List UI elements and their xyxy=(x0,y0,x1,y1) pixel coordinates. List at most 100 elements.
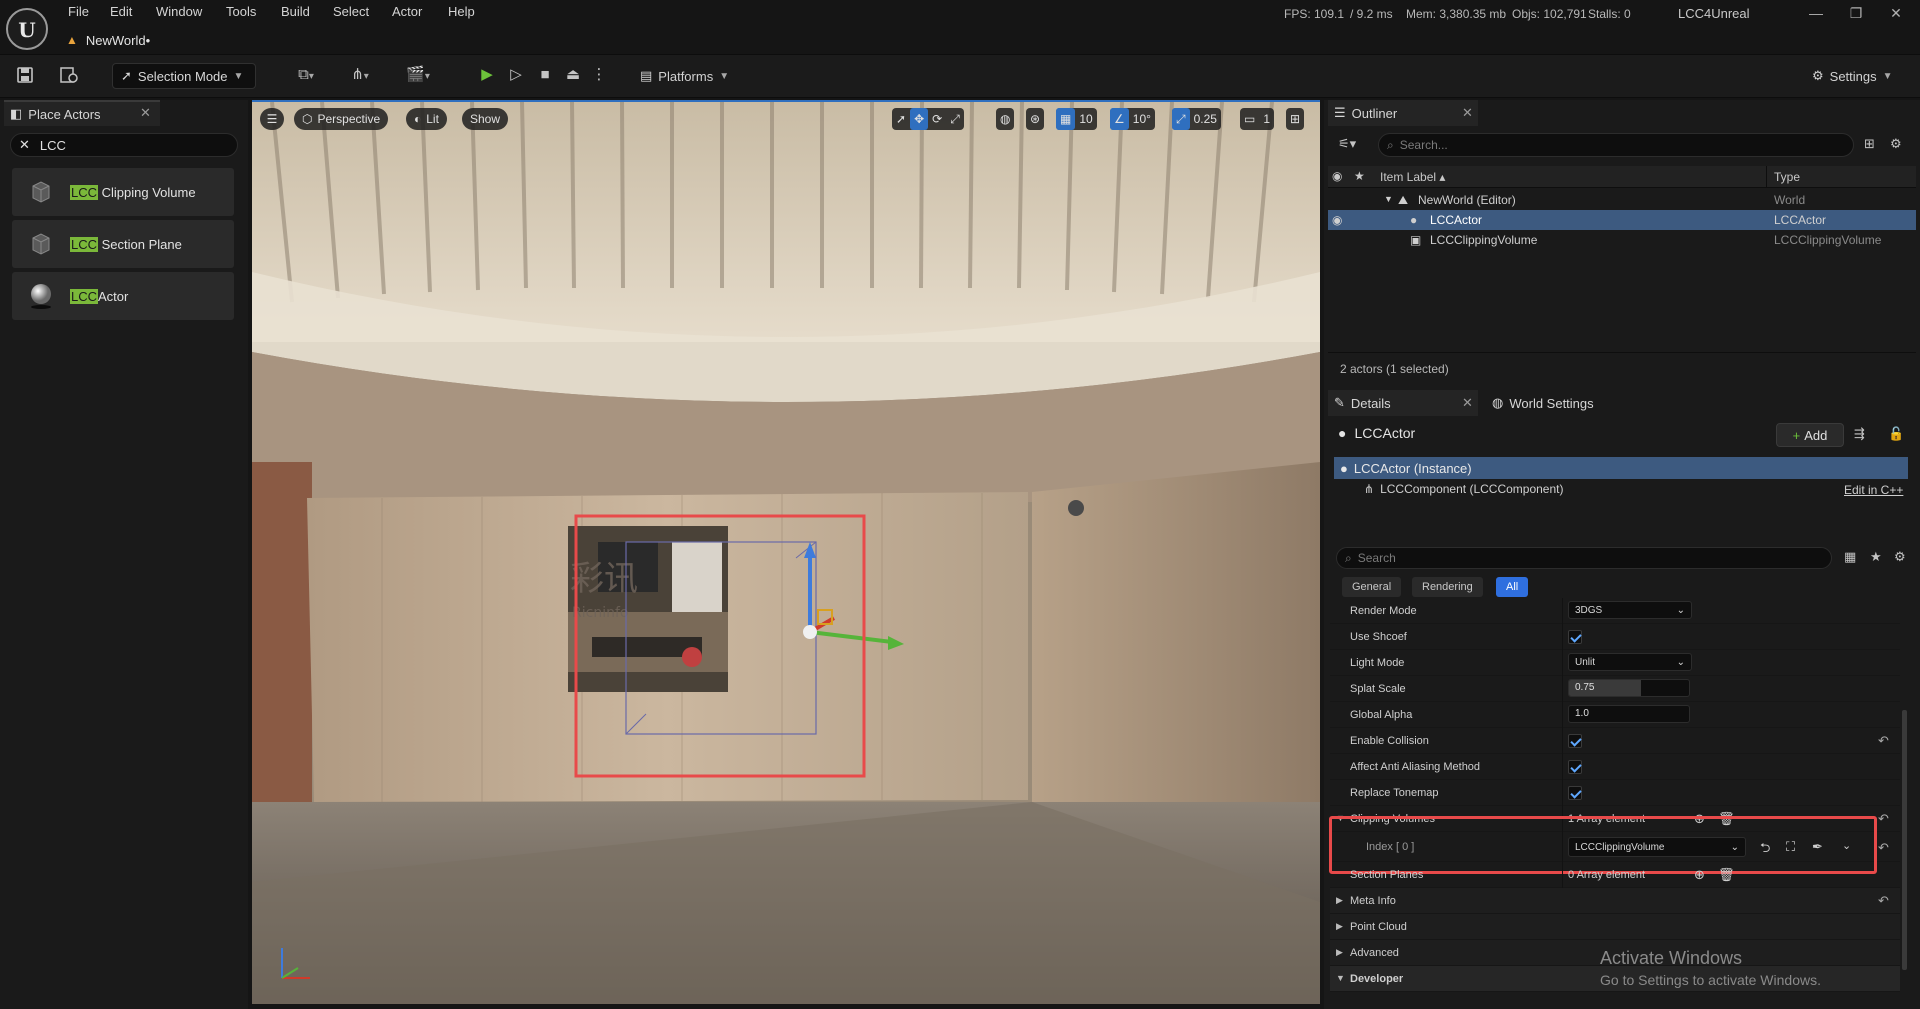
content-browser-icon[interactable] xyxy=(58,64,80,86)
menu-actor[interactable]: Actor xyxy=(392,4,422,19)
reset-arrow-icon[interactable]: ↶ xyxy=(1878,733,1889,749)
restore-icon[interactable]: ❐ xyxy=(1840,2,1872,24)
reset-arrow-icon[interactable]: ↶ xyxy=(1878,811,1889,827)
tab-world-settings[interactable]: ◍ World Settings xyxy=(1492,390,1594,416)
lit-button[interactable]: ◐ Lit xyxy=(406,108,447,130)
scale-tool-icon[interactable]: ⤢ xyxy=(946,108,964,130)
actor-item-lccactor[interactable]: LCCActor xyxy=(12,272,234,320)
menu-file[interactable]: File xyxy=(68,4,89,19)
scale-snap-toggle[interactable]: ⤢ 0.25 xyxy=(1172,108,1221,130)
actor-item-clipping-volume[interactable]: LCC Clipping Volume xyxy=(12,168,234,216)
tab-outliner[interactable]: ☰ Outliner xyxy=(1328,100,1478,126)
unreal-logo-icon[interactable]: U xyxy=(6,8,48,50)
more-options-icon[interactable]: ⋮ xyxy=(588,64,610,86)
viewport-menu-icon[interactable]: ☰ xyxy=(260,108,284,130)
move-tool-icon[interactable]: ✥ xyxy=(910,108,929,130)
col-item-label[interactable]: Item Label ▴ xyxy=(1380,170,1445,184)
reset-arrow-icon[interactable]: ↶ xyxy=(1878,840,1889,856)
world-local-icon[interactable]: ◍ xyxy=(996,108,1015,130)
close-icon[interactable]: ✕ xyxy=(140,105,151,121)
enable-collision-checkbox[interactable] xyxy=(1568,734,1582,748)
play-icon[interactable]: ▶ xyxy=(476,64,498,86)
component-instance-row[interactable]: ● LCCActor (Instance) xyxy=(1334,457,1908,479)
show-button[interactable]: Show xyxy=(462,108,509,130)
visibility-icon[interactable]: ◉ xyxy=(1332,169,1342,183)
stop-icon[interactable]: ■ xyxy=(534,64,556,86)
perspective-button[interactable]: ⬡ Perspective xyxy=(294,108,389,130)
reset-arrow-icon[interactable]: ↶ xyxy=(1878,893,1889,909)
step-icon[interactable]: ▷ xyxy=(505,64,527,86)
minimize-icon[interactable]: — xyxy=(1800,2,1832,24)
menu-select[interactable]: Select xyxy=(333,4,369,19)
outliner-row-world[interactable]: ▼ ⛰ NewWorld (Editor) World xyxy=(1328,190,1916,210)
menu-edit[interactable]: Edit xyxy=(110,4,132,19)
add-element-icon[interactable]: ⊕ xyxy=(1694,867,1705,883)
menu-window[interactable]: Window xyxy=(156,4,202,19)
expand-icon[interactable]: ▼ xyxy=(1384,194,1393,204)
edit-in-cpp-link[interactable]: Edit in C++ xyxy=(1844,483,1903,497)
select-tool-icon[interactable]: ➚ xyxy=(892,108,910,130)
camera-speed-button[interactable]: ▭ 1 xyxy=(1240,108,1275,130)
section-point-cloud[interactable]: ▶ Point Cloud xyxy=(1330,914,1900,940)
visibility-icon[interactable]: ◉ xyxy=(1332,213,1342,227)
add-component-button[interactable]: + Add xyxy=(1776,423,1844,447)
filter-rendering[interactable]: Rendering xyxy=(1412,577,1483,597)
outliner-search-input[interactable]: ⌕ Search... xyxy=(1378,133,1854,157)
blueprint-icon[interactable]: ⋔▾ xyxy=(340,64,380,86)
tab-details[interactable]: ✎ Details xyxy=(1328,390,1478,416)
outliner-row-clipping-volume[interactable]: ▣ LCCClippingVolume LCCClippingVolume xyxy=(1328,230,1916,250)
gear-icon[interactable]: ⚙ xyxy=(1894,549,1906,565)
menu-build[interactable]: Build xyxy=(281,4,310,19)
filter-all[interactable]: All xyxy=(1496,577,1529,597)
add-folder-icon[interactable]: ⊞ xyxy=(1864,136,1875,152)
clear-search-icon[interactable]: ✕ xyxy=(19,137,30,153)
platforms-button[interactable]: ▤ Platforms ▼ xyxy=(640,64,729,88)
rotate-tool-icon[interactable]: ⟳ xyxy=(928,108,946,130)
gear-icon[interactable]: ⚙ xyxy=(1890,136,1902,152)
close-window-icon[interactable]: ✕ xyxy=(1880,2,1912,24)
cube-icon xyxy=(12,168,70,216)
viewport-layout-icon[interactable]: ⊞ xyxy=(1286,108,1305,130)
place-actors-search-input[interactable]: ✕ LCC xyxy=(10,133,238,157)
details-search-input[interactable]: ⌕ Search xyxy=(1336,547,1832,569)
details-scrollbar[interactable] xyxy=(1902,710,1907,970)
tab-place-actors[interactable]: ◧ Place Actors xyxy=(4,100,160,126)
close-icon[interactable]: ✕ xyxy=(1462,105,1473,121)
selection-mode-dropdown[interactable]: ➚ Selection Mode ▼ xyxy=(112,63,256,89)
actor-item-section-plane[interactable]: LCC Section Plane xyxy=(12,220,234,268)
eject-icon[interactable]: ⏏ xyxy=(562,64,584,86)
section-meta-info[interactable]: ▶ Meta Info ↶ xyxy=(1330,888,1900,914)
settings-button[interactable]: ⚙ Settings ▼ xyxy=(1812,64,1893,88)
component-child-row[interactable]: ⋔ LCCComponent (LCCComponent) xyxy=(1364,482,1563,496)
rotation-snap-toggle[interactable]: ∠ 10° xyxy=(1110,108,1155,130)
col-type[interactable]: Type xyxy=(1774,170,1800,184)
replace-tonemap-checkbox[interactable] xyxy=(1568,786,1582,800)
close-icon[interactable]: ✕ xyxy=(1462,395,1473,411)
grid-snap-toggle[interactable]: ▦ 10 xyxy=(1056,108,1097,130)
menu-help[interactable]: Help xyxy=(448,4,475,19)
light-mode-dropdown[interactable]: Unlit ⌄ xyxy=(1568,653,1692,671)
use-shcoef-checkbox[interactable] xyxy=(1568,630,1582,644)
surface-snap-icon[interactable]: ⊛ xyxy=(1026,108,1045,130)
global-alpha-input[interactable]: 1.0 xyxy=(1568,705,1690,723)
menu-tools[interactable]: Tools xyxy=(226,4,256,19)
level-tab[interactable]: ▲ NewWorld• xyxy=(66,29,150,51)
add-content-icon[interactable]: ⧉▾ xyxy=(286,64,326,86)
splat-scale-slider[interactable]: 0.75 xyxy=(1568,679,1690,697)
table-view-icon[interactable]: ▦ xyxy=(1844,549,1856,565)
transform-tools[interactable]: ➚ ✥ ⟳ ⤢ xyxy=(892,108,964,130)
outliner-row-lccactor[interactable]: ◉ ● LCCActor LCCActor xyxy=(1328,210,1916,230)
lit-icon: ◐ xyxy=(414,112,422,126)
blueprint-convert-icon[interactable]: ⇶ xyxy=(1854,426,1865,442)
affect-aa-checkbox[interactable] xyxy=(1568,760,1582,774)
filter-icon[interactable]: ⚟▾ xyxy=(1338,136,1356,152)
star-icon[interactable]: ★ xyxy=(1354,169,1365,183)
filter-general[interactable]: General xyxy=(1342,577,1402,597)
star-icon[interactable]: ★ xyxy=(1870,549,1882,565)
render-mode-dropdown[interactable]: 3DGS ⌄ xyxy=(1568,601,1692,619)
lock-icon[interactable]: 🔓 xyxy=(1888,426,1904,442)
cinematics-icon[interactable]: 🎬▾ xyxy=(398,64,438,86)
save-icon[interactable] xyxy=(14,64,36,86)
trash-icon[interactable]: 🗑 xyxy=(1718,867,1735,883)
level-viewport[interactable]: 彩讯 Ricninfo xyxy=(252,100,1320,1004)
